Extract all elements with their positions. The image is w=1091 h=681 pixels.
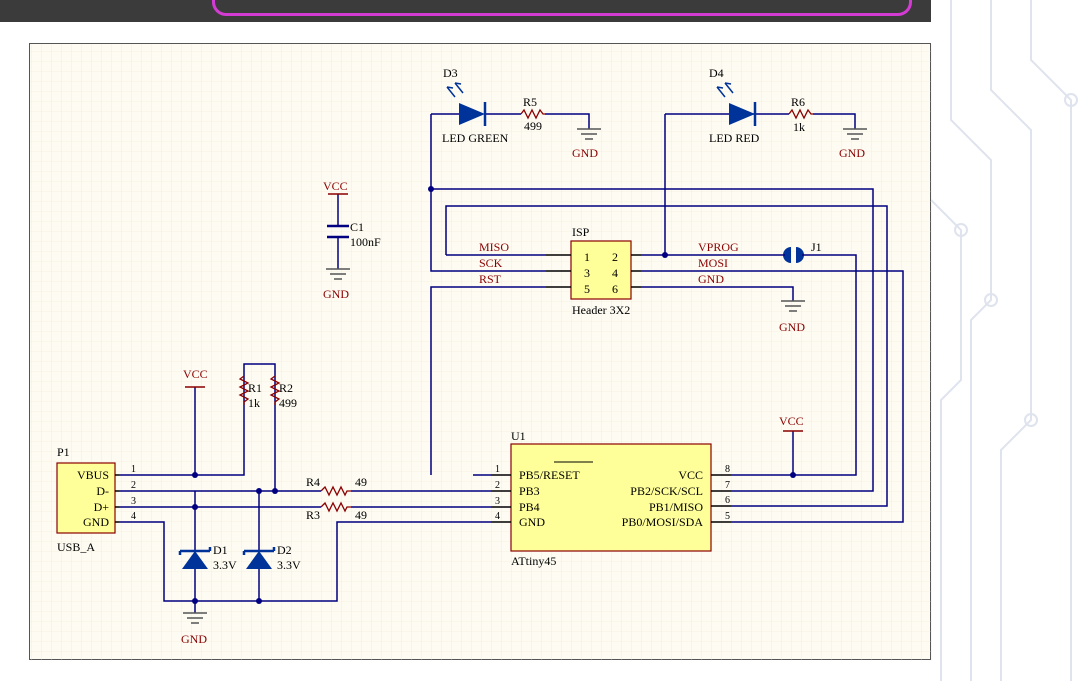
r4-value: 49 bbox=[355, 475, 367, 489]
d3-value: LED GREEN bbox=[442, 131, 509, 145]
net-gnd: GND bbox=[698, 272, 724, 286]
p1-value: USB_A bbox=[57, 540, 95, 554]
c1-value: 100nF bbox=[350, 235, 381, 249]
u1-num-8: 8 bbox=[725, 464, 730, 475]
circuit-decoration bbox=[931, 0, 1091, 681]
p1-pin-vbus: VBUS bbox=[77, 468, 109, 482]
gnd-label-isp: GND bbox=[779, 320, 805, 334]
gnd-label-usb: GND bbox=[181, 632, 207, 646]
u1-ref: U1 bbox=[511, 429, 526, 443]
vcc-label-c1: VCC bbox=[323, 179, 348, 193]
u1-num-3: 3 bbox=[495, 496, 500, 507]
r6-ref: R6 bbox=[791, 95, 805, 109]
r2-ref: R2 bbox=[279, 381, 293, 395]
d2-ref: D2 bbox=[277, 543, 292, 557]
p1-pin-dplus: D+ bbox=[94, 500, 110, 514]
isp-pin-3: 3 bbox=[584, 266, 590, 280]
d4-value: LED RED bbox=[709, 131, 760, 145]
d1-ref: D1 bbox=[213, 543, 228, 557]
net-rst: RST bbox=[479, 272, 502, 286]
net-mosi: MOSI bbox=[698, 256, 728, 270]
u1-num-6: 6 bbox=[725, 495, 730, 506]
r5-value: 499 bbox=[524, 119, 542, 133]
header-bar bbox=[0, 0, 931, 22]
isp-pin-1: 1 bbox=[584, 250, 590, 264]
u1-num-2: 2 bbox=[495, 480, 500, 491]
p1-pin-gnd: GND bbox=[83, 515, 109, 529]
d2-value: 3.3V bbox=[277, 558, 301, 572]
u1-pin-pb3: PB3 bbox=[519, 484, 540, 498]
u1-value: ATtiny45 bbox=[511, 554, 556, 568]
p1-ref: P1 bbox=[57, 445, 70, 459]
isp-ref: ISP bbox=[572, 225, 590, 239]
schematic-canvas: D3 LED GREEN R5 499 D4 LED RED R6 1k GND… bbox=[30, 44, 932, 661]
u1-pin-pb1: PB1/MISO bbox=[649, 500, 703, 514]
p1-num-3: 3 bbox=[131, 496, 136, 507]
u1-pin-pb2: PB2/SCK/SCL bbox=[630, 484, 703, 498]
net-miso: MISO bbox=[479, 240, 509, 254]
p1-num-4: 4 bbox=[131, 511, 136, 522]
r1-value: 1k bbox=[248, 396, 260, 410]
u1-pin-vcc: VCC bbox=[678, 468, 703, 482]
d3-ref: D3 bbox=[443, 66, 458, 80]
u1-pin-pb5: PB5/RESET bbox=[519, 468, 580, 482]
r3-value: 49 bbox=[355, 508, 367, 522]
u1-num-1: 1 bbox=[495, 464, 500, 475]
r5-ref: R5 bbox=[523, 95, 537, 109]
isp-pin-6: 6 bbox=[612, 282, 618, 296]
r1-ref: R1 bbox=[248, 381, 262, 395]
vcc-label-u1: VCC bbox=[779, 414, 804, 428]
u1-pin-gnd: GND bbox=[519, 515, 545, 529]
net-vprog: VPROG bbox=[698, 240, 739, 254]
j1-ref: J1 bbox=[811, 240, 822, 254]
p1-num-2: 2 bbox=[131, 480, 136, 491]
r6-value: 1k bbox=[793, 120, 805, 134]
d4-ref: D4 bbox=[709, 66, 724, 80]
r2-value: 499 bbox=[279, 396, 297, 410]
isp-pin-2: 2 bbox=[612, 250, 618, 264]
u1-num-7: 7 bbox=[725, 480, 730, 491]
header-glow bbox=[212, 0, 912, 16]
r3-ref: R3 bbox=[306, 508, 320, 522]
vcc-label-usb: VCC bbox=[183, 367, 208, 381]
gnd-label-c1: GND bbox=[323, 287, 349, 301]
p1-num-1: 1 bbox=[131, 464, 136, 475]
gnd-label-r6: GND bbox=[839, 146, 865, 160]
d1-value: 3.3V bbox=[213, 558, 237, 572]
u1-num-5: 5 bbox=[725, 511, 730, 522]
isp-pin-5: 5 bbox=[584, 282, 590, 296]
p1-pin-dminus: D- bbox=[96, 484, 109, 498]
isp-value: Header 3X2 bbox=[572, 303, 630, 317]
u1-pin-pb4: PB4 bbox=[519, 500, 540, 514]
r4-ref: R4 bbox=[306, 475, 320, 489]
schematic-sheet[interactable]: D3 LED GREEN R5 499 D4 LED RED R6 1k GND… bbox=[29, 43, 932, 661]
circuit-pattern bbox=[931, 0, 1078, 681]
c1-ref: C1 bbox=[350, 220, 364, 234]
u1-pin-pb0: PB0/MOSI/SDA bbox=[622, 515, 704, 529]
net-sck: SCK bbox=[479, 256, 503, 270]
isp-pin-4: 4 bbox=[612, 266, 618, 280]
u1-num-4: 4 bbox=[495, 511, 500, 522]
gnd-label-r5: GND bbox=[572, 146, 598, 160]
